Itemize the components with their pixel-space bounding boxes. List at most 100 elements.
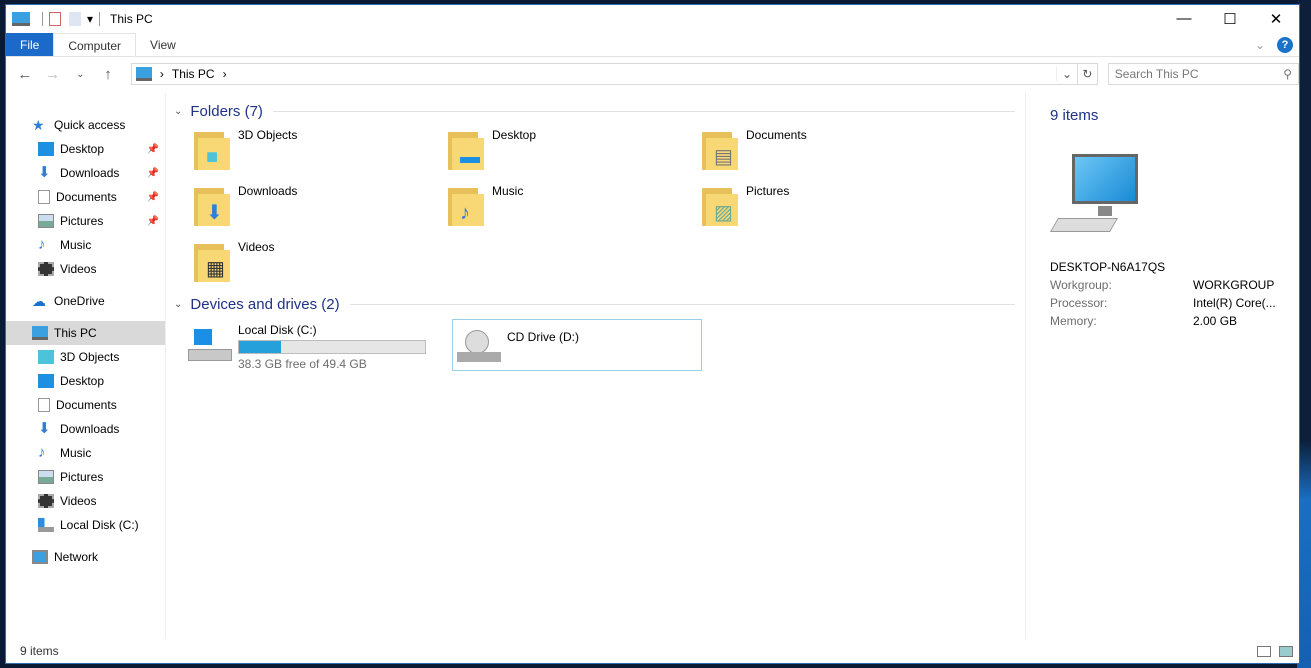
computer-icon [1049,154,1144,240]
label: Downloads [60,422,120,436]
expand-ribbon-icon[interactable]: ⌄ [1255,38,1265,52]
documents-icon [38,398,50,412]
drive-local-disk-c[interactable]: Local Disk (C:) 38.3 GB free of 49.4 GB [188,319,442,371]
title-bar: ▾ This PC — ☐ ✕ [6,5,1299,33]
videos-icon [38,494,54,508]
star-icon: ★ [32,117,45,133]
sidebar-item-music[interactable]: ♪ Music [6,233,165,257]
tab-view[interactable]: View [136,33,190,56]
breadcrumb-this-pc[interactable]: This PC [172,67,215,81]
label: Downloads [60,166,120,180]
pin-icon: 📌 [146,191,159,203]
close-button[interactable]: ✕ [1253,10,1299,28]
tab-file[interactable]: File [6,33,54,56]
tab-computer[interactable]: Computer [53,33,137,56]
large-icons-view-button[interactable] [1279,645,1293,657]
help-icon[interactable]: ? [1277,36,1293,53]
minimize-button[interactable]: — [1161,10,1207,28]
folder-pictures[interactable]: ▨ Pictures [700,178,954,234]
computer-name: DESKTOP-N6A17QS [1050,260,1166,274]
sidebar-item-onedrive[interactable]: ☁ OneDrive [6,289,165,313]
group-header-folders[interactable]: ⌄ Folders (7) [174,103,1015,120]
folder-icon: ▬ [446,128,486,172]
label: Pictures [746,184,790,198]
folder-icon: ▨ [700,184,740,228]
folder-icon: ▦ [192,240,232,284]
up-button[interactable]: ↑ [99,66,117,83]
refresh-button[interactable]: ↻ [1078,63,1098,85]
details-view-button[interactable] [1257,645,1271,657]
sidebar-item-downloads[interactable]: ⬇ Downloads 📌 [6,161,165,185]
sidebar-item-quick-access[interactable]: ★ Quick access [6,113,165,137]
address-dropdown[interactable]: ⌄ [1056,67,1077,81]
customize-qat-icon[interactable]: ▾ [87,12,93,26]
breadcrumb-separator[interactable]: › [223,67,227,81]
label: 3D Objects [238,128,298,142]
label: Desktop [60,142,105,156]
label: Music [60,238,92,252]
folder-videos[interactable]: ▦ Videos [192,234,446,290]
windows-drive-icon [188,329,232,365]
sidebar-item-documents[interactable]: Documents 📌 [6,185,165,209]
label: Network [54,550,99,564]
item-count: 9 items [1050,107,1099,124]
sidebar-item-desktop[interactable]: Desktop [6,369,165,393]
group-title: Devices and drives (2) [190,296,340,313]
sidebar-item-downloads[interactable]: ⬇ Downloads [6,417,165,441]
detail-row: Workgroup: WORKGROUP [1050,278,1275,292]
status-bar: 9 items [6,639,1299,663]
group-header-drives[interactable]: ⌄ Devices and drives (2) [174,296,1015,313]
folder-music[interactable]: ♪ Music [446,178,700,234]
pin-icon: 📌 [146,143,159,155]
status-item-count: 9 items [20,644,59,658]
downloads-icon: ⬇ [38,420,51,437]
sidebar-item-3d-objects[interactable]: 3D Objects [6,345,165,369]
label: Videos [60,262,97,276]
sidebar-item-music[interactable]: ♪ Music [6,441,165,465]
sidebar-item-documents[interactable]: Documents [6,393,165,417]
label: Music [60,446,92,460]
pin-icon: 📌 [146,167,159,179]
collapse-icon[interactable]: ⌄ [174,299,182,310]
folder-downloads[interactable]: ⬇ Downloads [192,178,446,234]
cd-drive-icon [457,330,501,366]
videos-icon [38,262,54,276]
sidebar-item-videos[interactable]: Videos [6,257,165,281]
recent-locations-button[interactable]: ⌄ [71,69,89,80]
pin-icon: 📌 [146,215,159,227]
sidebar-item-this-pc[interactable]: This PC [6,321,165,345]
network-icon [32,550,48,564]
forward-button[interactable]: → [44,66,62,83]
search-icon: ⚲ [1283,67,1292,81]
navigation-pane: ★ Quick access Desktop 📌 ⬇ Downloads 📌 Docum… [6,93,166,639]
sidebar-item-local-disk[interactable]: Local Disk (C:) [6,513,165,537]
drive-icon [38,518,54,532]
computer-icon [135,67,152,81]
free-space: 38.3 GB free of 49.4 GB [238,357,367,371]
folder-desktop[interactable]: ▬ Desktop [446,122,700,178]
properties-icon[interactable] [49,12,61,26]
sidebar-item-network[interactable]: Network [6,545,165,569]
folder-icon: ▤ [700,128,740,172]
back-button[interactable]: ← [16,66,34,83]
folder-icon: ♪ [446,184,486,228]
sidebar-item-pictures[interactable]: Pictures 📌 [6,209,165,233]
search-input[interactable]: Search This PC ⚲ [1107,63,1299,85]
sidebar-item-videos[interactable]: Videos [6,489,165,513]
group-title: Folders (7) [190,103,263,120]
computer-icon [12,12,30,26]
folder-documents[interactable]: ▤ Documents [700,122,954,178]
maximize-button[interactable]: ☐ [1207,10,1253,28]
label: Videos [238,240,275,254]
collapse-icon[interactable]: ⌄ [174,106,182,117]
folder-icon: ■ [192,128,232,172]
sidebar-item-desktop[interactable]: Desktop 📌 [6,137,165,161]
breadcrumb-separator[interactable]: › [160,67,164,81]
sidebar-item-pictures[interactable]: Pictures [6,465,165,489]
drive-cd-d[interactable]: CD Drive (D:) [452,319,702,371]
new-folder-icon[interactable] [69,12,81,26]
address-bar[interactable]: › This PC › ⌄ [130,63,1079,85]
disk-usage-bar [238,340,426,354]
label: Documents [746,128,807,142]
folder-3d-objects[interactable]: ■ 3D Objects [192,122,446,178]
